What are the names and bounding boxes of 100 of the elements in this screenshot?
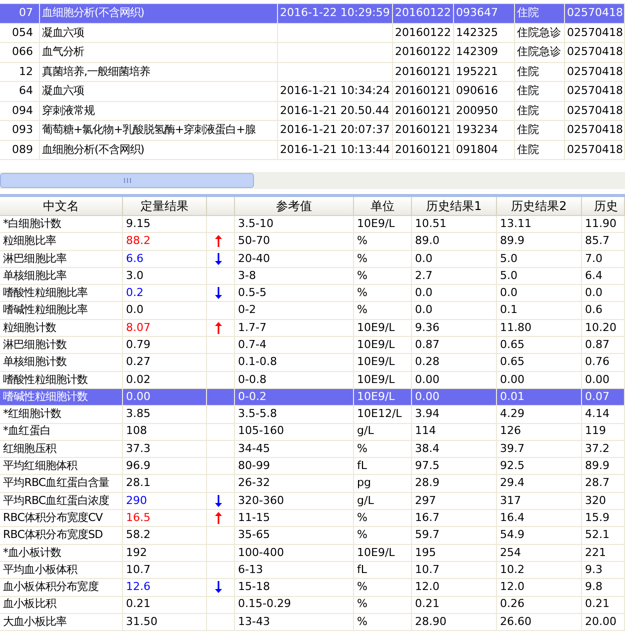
result-row[interactable]: 单核细胞计数 0.27 0.1-0.8 10E9/L 0.28 0.65 0.76 (0, 354, 625, 372)
table-cell-text: % (357, 510, 368, 526)
table-cell-text: 住院 (517, 5, 539, 21)
table-cell-text: 0.21 (126, 596, 150, 612)
result-row[interactable]: 平均红细胞体积 96.9 80-99 fL 97.5 92.5 89.9 (0, 458, 625, 476)
table-cell-text: 59.7 (415, 527, 440, 544)
table-cell-text: % (357, 268, 368, 284)
order-row[interactable]: 12 真菌培养,一般细菌培养 20160121 195221 住院 02570418 (0, 62, 625, 82)
table-cell: 100-400 (238, 544, 284, 561)
table-cell-text: 20160122 (395, 24, 451, 40)
table-cell-text: 12.6 (126, 579, 150, 596)
result-row[interactable]: 嗜酸性粒细胞比率 0.2 0.5-5 % 0.0 0.0 0.0 (0, 285, 625, 302)
table-cell-text: 089 (12, 142, 33, 158)
table-cell-text: 单核细胞比率 (3, 268, 67, 284)
table-cell-text: 0.79 (126, 337, 150, 353)
table-cell: % (357, 285, 368, 302)
table-cell: 0.00 (415, 372, 440, 388)
table-cell-text: 淋巴细胞比率 (3, 250, 67, 266)
table-cell-text: 090616 (456, 83, 498, 99)
result-row[interactable]: 粒细胞计数 8.07 1.7-7 10E9/L 9.36 11.80 10.20 (0, 320, 625, 338)
table-cell-text: 200950 (456, 102, 498, 118)
result-row[interactable]: 红细胞压积 37.3 34-45 % 38.4 39.7 37.2 (0, 440, 625, 458)
column-header[interactable]: 中文名 (43, 197, 79, 215)
table-cell-text: 10E9/L (357, 216, 395, 232)
column-header[interactable]: 历史结果1 (426, 197, 482, 215)
scrollbar-thumb[interactable] (0, 173, 254, 188)
table-cell: 0.00 (585, 372, 610, 388)
table-cell-text: 11.90 (585, 216, 616, 232)
table-cell-text: 住院 (517, 83, 539, 99)
order-row[interactable]: 64 凝血六项 2016-1-21 10:34:24 20160121 090616 住院 02570418 (0, 82, 625, 102)
table-cell-text: 0.1 (500, 302, 518, 318)
result-row[interactable]: RBC体积分布宽度CV 16.5 11-15 % 16.7 16.4 15.9 (0, 510, 625, 528)
order-row[interactable]: 094 穿刺液常规 2016-1-21 20.50.44 20160121 200950 住院 02570418 (0, 102, 625, 121)
table-cell-text: % (357, 302, 368, 318)
result-row[interactable]: 嗜碱性粒细胞比率 0.0 0-2 % 0.0 0.1 0.6 (0, 302, 625, 320)
table-cell-text: 0.15-0.29 (238, 596, 291, 612)
column-header[interactable]: 定量结果 (140, 197, 188, 215)
table-cell-text: 穿刺液常规 (42, 102, 94, 118)
order-row[interactable]: 066 血气分析 20160122 142309 住院急诊 02570418 (0, 43, 625, 62)
column-header[interactable]: 历史结果2 (511, 197, 567, 215)
table-cell: 92.5 (500, 458, 524, 474)
result-row[interactable]: 淋巴细胞比率 6.6 20-40 % 0.0 5.0 7.0 (0, 250, 625, 268)
table-cell-text: 7.0 (585, 250, 602, 266)
table-cell: 96.9 (126, 458, 150, 474)
table-cell-text: 317 (500, 492, 521, 509)
order-row[interactable]: 093 葡萄糖+氯化物+乳酸脱氢酶+穿刺液蛋白+腺 2016-1-21 20:07:37 20160121 193234 住院 02570418 (0, 121, 625, 140)
result-row[interactable]: RBC体积分布宽度SD 58.2 35-65 % 59.7 54.9 52.1 (0, 527, 625, 545)
result-row[interactable]: 淋巴细胞计数 0.79 0.7-4 10E9/L 0.87 0.65 0.87 (0, 337, 625, 354)
result-row[interactable]: *红细胞计数 3.85 3.5-5.8 10E12/L 3.94 4.29 4.14 (0, 406, 625, 424)
order-row[interactable]: 07 血细胞分析(不含网织) 2016-1-22 10:29:59 20160122 093647 住院 02570418 (0, 4, 625, 24)
table-cell-text: 108 (126, 424, 147, 440)
table-cell-text: 10.51 (415, 216, 446, 232)
table-cell-text: 0-0.2 (238, 388, 266, 405)
table-cell-text: 320 (585, 492, 606, 509)
table-cell-text: 094 (12, 102, 33, 118)
table-cell-text: 血小板比积 (3, 596, 56, 612)
table-cell-text: 50-70 (238, 233, 270, 250)
table-cell-text: % (357, 250, 368, 266)
table-cell-text: 290 (126, 492, 147, 509)
result-row[interactable]: *血小板计数 192 100-400 10E9/L 195 254 221 (0, 544, 625, 562)
table-cell-text: 0.76 (585, 354, 610, 370)
result-row[interactable]: 大血小板比率 31.50 13-43 % 28.90 26.60 20.00 (0, 614, 625, 632)
table-cell-text: 9.3 (585, 562, 602, 578)
table-cell-text: 单核细胞计数 (3, 354, 67, 370)
table-cell-text: RBC体积分布宽度CV (3, 510, 102, 526)
result-row[interactable]: *血红蛋白 108 105-160 g/L 114 126 119 (0, 424, 625, 441)
table-cell-text: 2016-1-22 10:29:59 (280, 5, 390, 21)
result-row[interactable]: 粒细胞比率 88.2 50-70 % 89.0 89.9 85.7 (0, 233, 625, 251)
table-cell: 嗜酸性粒细胞计数 (3, 372, 88, 388)
table-cell-text: 64 (19, 83, 33, 99)
table-cell-text: pg (357, 475, 371, 492)
order-row[interactable]: 054 凝血六项 20160122 142325 住院急诊 02570418 (0, 24, 625, 43)
table-cell: 0.5-5 (238, 285, 266, 302)
table-cell-text: 34-45 (238, 440, 270, 457)
table-cell-text: 10E9/L (357, 337, 395, 353)
column-header[interactable]: 参考值 (276, 197, 312, 215)
table-cell-text: 住院 (517, 102, 539, 118)
table-cell-text: *血红蛋白 (3, 424, 51, 440)
horizontal-scrollbar[interactable] (0, 172, 625, 189)
table-cell-text: % (357, 579, 368, 596)
result-row[interactable]: 平均血小板体积 10.7 6-13 fL 10.7 10.2 9.3 (0, 562, 625, 580)
order-row[interactable]: 089 血细胞分析(不含网织) 2016-1-21 10:13:44 20160121 091804 住院 02570418 (0, 140, 625, 160)
result-row[interactable]: 平均RBC血红蛋白含量 28.1 26-32 pg 28.9 29.4 28.7 (0, 475, 625, 493)
table-cell: 195 (415, 544, 436, 561)
column-header[interactable]: 历史 (594, 197, 618, 215)
table-cell-text: 105-160 (238, 424, 284, 440)
column-header[interactable]: 单位 (370, 197, 394, 215)
table-cell-text: 02570418 (567, 44, 623, 60)
table-cell-text: g/L (357, 424, 374, 440)
table-cell-text: g/L (357, 492, 374, 509)
result-row[interactable]: 平均RBC血红蛋白浓度 290 320-360 g/L 297 317 320 (0, 492, 625, 510)
result-row[interactable]: 嗜碱性粒细胞计数 0.00 0-0.2 10E9/L 0.00 0.01 0.07 (0, 388, 625, 406)
result-row[interactable]: 单核细胞比率 3.0 3-8 % 2.7 5.0 6.4 (0, 268, 625, 286)
result-row[interactable]: *白细胞计数 9.15 3.5-10 10E9/L 10.51 13.11 11.90 (0, 216, 625, 234)
table-cell-text: 52.1 (585, 527, 610, 544)
table-cell-text: 10E9/L (357, 388, 395, 405)
table-cell-text: % (357, 596, 368, 612)
result-row[interactable]: 血小板体积分布宽度 12.6 15-18 % 12.0 12.0 9.8 (0, 579, 625, 597)
table-cell-text: 297 (415, 492, 436, 509)
result-row[interactable]: 血小板比积 0.21 0.15-0.29 % 0.21 0.26 0.21 (0, 596, 625, 614)
